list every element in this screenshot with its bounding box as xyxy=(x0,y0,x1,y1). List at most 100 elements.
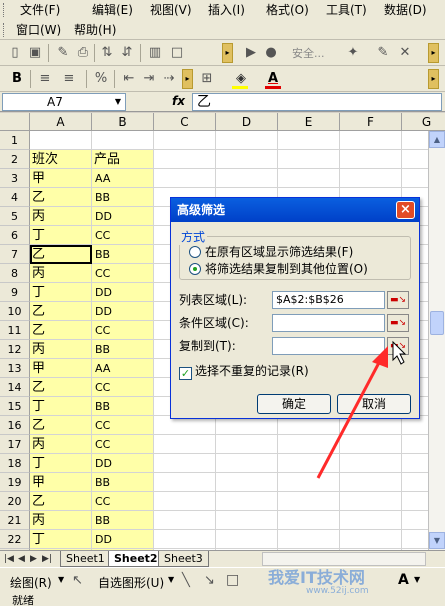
cell[interactable]: 丁 xyxy=(30,397,92,416)
chevron-down-icon[interactable]: ▼ xyxy=(115,94,121,110)
cell[interactable]: DD xyxy=(92,302,154,321)
cell[interactable] xyxy=(340,473,402,492)
scroll-thumb[interactable] xyxy=(430,311,444,335)
cell[interactable]: CC xyxy=(92,264,154,283)
row-header[interactable]: 2 xyxy=(0,150,30,169)
cell[interactable] xyxy=(154,435,216,454)
scroll-up-arrow-icon[interactable]: ▲ xyxy=(429,131,445,148)
sheet-tab-3[interactable]: Sheet3 xyxy=(158,551,209,567)
cell[interactable] xyxy=(340,511,402,530)
toolbar-options-chevron-3[interactable]: ▸ xyxy=(182,69,193,89)
cell[interactable]: 乙 xyxy=(30,321,92,340)
run-icon[interactable]: ▶ xyxy=(242,44,260,62)
vertical-scrollbar[interactable]: ▲ ▼ xyxy=(428,131,445,550)
line-icon[interactable]: ╲ xyxy=(182,573,190,588)
row-header[interactable]: 18 xyxy=(0,454,30,473)
select-objects-icon[interactable]: ↖ xyxy=(72,573,83,588)
cell[interactable] xyxy=(154,530,216,549)
radio-filter-in-place[interactable]: 在原有区域显示筛选结果(F) xyxy=(189,244,353,260)
frame-icon[interactable]: □ xyxy=(168,44,186,62)
cell[interactable] xyxy=(340,530,402,549)
row-header[interactable]: 21 xyxy=(0,511,30,530)
cell[interactable]: CC xyxy=(92,492,154,511)
cell[interactable]: 甲 xyxy=(30,473,92,492)
bold-icon[interactable]: B xyxy=(8,70,26,88)
cell[interactable] xyxy=(340,169,402,188)
cell[interactable] xyxy=(340,150,402,169)
cell[interactable]: AA xyxy=(92,169,154,188)
print-icon[interactable]: ⎙ xyxy=(74,44,92,62)
cell[interactable]: CC xyxy=(92,321,154,340)
menu-window[interactable]: 窗口(W) xyxy=(16,20,61,40)
cell[interactable] xyxy=(216,150,278,169)
draw-font-color-icon[interactable]: A xyxy=(398,572,409,588)
arrow-tool-icon[interactable]: ↘ xyxy=(204,573,215,588)
cell[interactable] xyxy=(278,530,340,549)
cell[interactable]: 乙 xyxy=(30,378,92,397)
cell[interactable]: CC xyxy=(92,226,154,245)
cancel-button[interactable]: 取消 xyxy=(337,394,411,414)
row-header[interactable]: 6 xyxy=(0,226,30,245)
chevron-down-icon[interactable]: ▼ xyxy=(58,575,64,584)
cell[interactable]: 丁 xyxy=(30,283,92,302)
next-sheet-icon[interactable]: ▶ xyxy=(30,553,37,565)
unique-records-checkbox[interactable]: ✓ 选择不重复的记录(R) xyxy=(179,363,309,380)
align-left-icon[interactable]: ≡ xyxy=(36,70,54,88)
cell[interactable] xyxy=(216,530,278,549)
stop-icon[interactable]: ● xyxy=(262,44,280,62)
cell[interactable] xyxy=(216,473,278,492)
cell[interactable]: 乙 xyxy=(30,492,92,511)
cell[interactable]: BB xyxy=(92,245,154,264)
menu-format[interactable]: 格式(O) xyxy=(266,0,309,20)
cell[interactable]: DD xyxy=(92,454,154,473)
cell[interactable]: 丙 xyxy=(30,264,92,283)
cell[interactable] xyxy=(278,511,340,530)
menu-insert[interactable]: 插入(I) xyxy=(208,0,245,20)
radio-button-selected[interactable] xyxy=(189,263,201,275)
cell[interactable]: 丙 xyxy=(30,435,92,454)
cell[interactable]: 丙 xyxy=(30,511,92,530)
cell[interactable] xyxy=(154,454,216,473)
menu-edit[interactable]: 编辑(E) xyxy=(92,0,133,20)
select-all-corner[interactable] xyxy=(0,113,30,131)
row-header[interactable]: 20 xyxy=(0,492,30,511)
selected-cell[interactable]: 乙 xyxy=(30,245,92,264)
cell[interactable] xyxy=(154,131,216,150)
function-icon[interactable]: fx xyxy=(172,94,185,108)
cell[interactable] xyxy=(30,131,92,150)
cell[interactable]: BB xyxy=(92,397,154,416)
controls-icon[interactable]: ✦ xyxy=(344,44,362,62)
cell[interactable]: 产品 xyxy=(92,150,154,169)
formula-input[interactable]: 乙 xyxy=(192,93,442,111)
column-header-a[interactable]: A xyxy=(30,113,92,131)
cell[interactable] xyxy=(340,492,402,511)
cell[interactable] xyxy=(278,131,340,150)
collapse-dialog-icon[interactable]: ▬↘ xyxy=(387,291,409,309)
name-box[interactable]: A7 ▼ xyxy=(2,93,126,111)
horizontal-scrollbar[interactable] xyxy=(262,552,426,566)
prev-sheet-icon[interactable]: ◀ xyxy=(18,553,25,565)
row-header[interactable]: 1 xyxy=(0,131,30,150)
radio-button[interactable] xyxy=(189,246,201,258)
row-header[interactable]: 13 xyxy=(0,359,30,378)
row-header[interactable]: 14 xyxy=(0,378,30,397)
sort-descending-icon[interactable]: ⇵ xyxy=(118,44,136,62)
cell[interactable]: CC xyxy=(92,416,154,435)
draw-menu[interactable]: 绘图(R) xyxy=(10,574,52,591)
menu-view[interactable]: 视图(V) xyxy=(150,0,192,20)
rectangle-icon[interactable]: □ xyxy=(226,572,239,588)
close-icon[interactable]: × xyxy=(396,201,415,219)
autoshape-menu[interactable]: 自选图形(U) xyxy=(98,574,164,591)
cell[interactable]: BB xyxy=(92,340,154,359)
chevron-down-icon-3[interactable]: ▼ xyxy=(414,575,420,584)
sheet-tab-2[interactable]: Sheet2 xyxy=(108,551,164,567)
borders-icon[interactable]: ⊞ xyxy=(198,70,216,88)
cell[interactable]: 甲 xyxy=(30,359,92,378)
cell[interactable]: BB xyxy=(92,188,154,207)
cell[interactable]: DD xyxy=(92,207,154,226)
cell[interactable] xyxy=(340,454,402,473)
row-header[interactable]: 7 xyxy=(0,245,30,264)
chevron-down-icon-2[interactable]: ▼ xyxy=(168,575,174,584)
cell[interactable]: BB xyxy=(92,511,154,530)
column-header-e[interactable]: E xyxy=(278,113,340,131)
